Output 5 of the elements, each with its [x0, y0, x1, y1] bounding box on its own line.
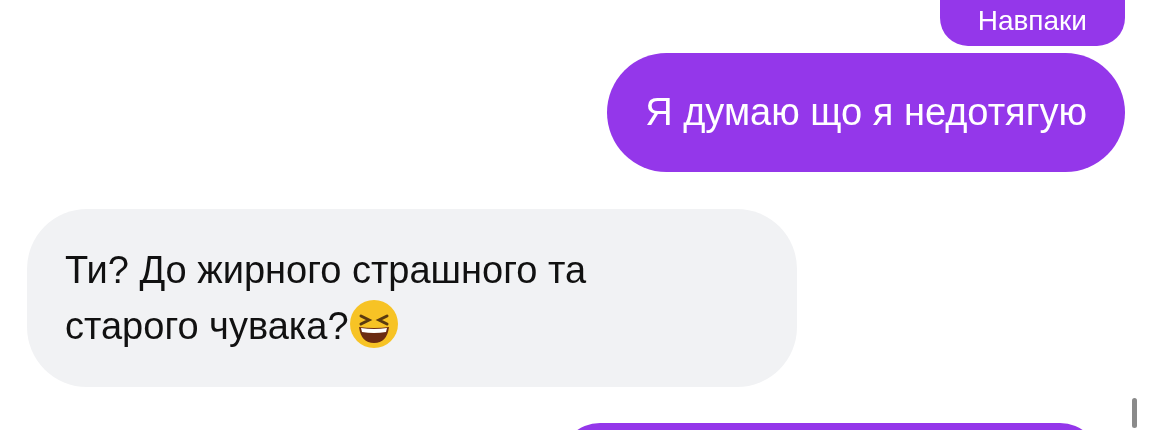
message-bubble: Ти? До жирного страшного та старого чувака?: [27, 209, 797, 387]
message-bubble: Я думаю що я недотягую: [607, 53, 1125, 172]
message-bubble: Навпаки: [939, 0, 1125, 46]
scrollbar[interactable]: [1132, 398, 1137, 428]
laughing-emoji-icon: [348, 299, 399, 349]
